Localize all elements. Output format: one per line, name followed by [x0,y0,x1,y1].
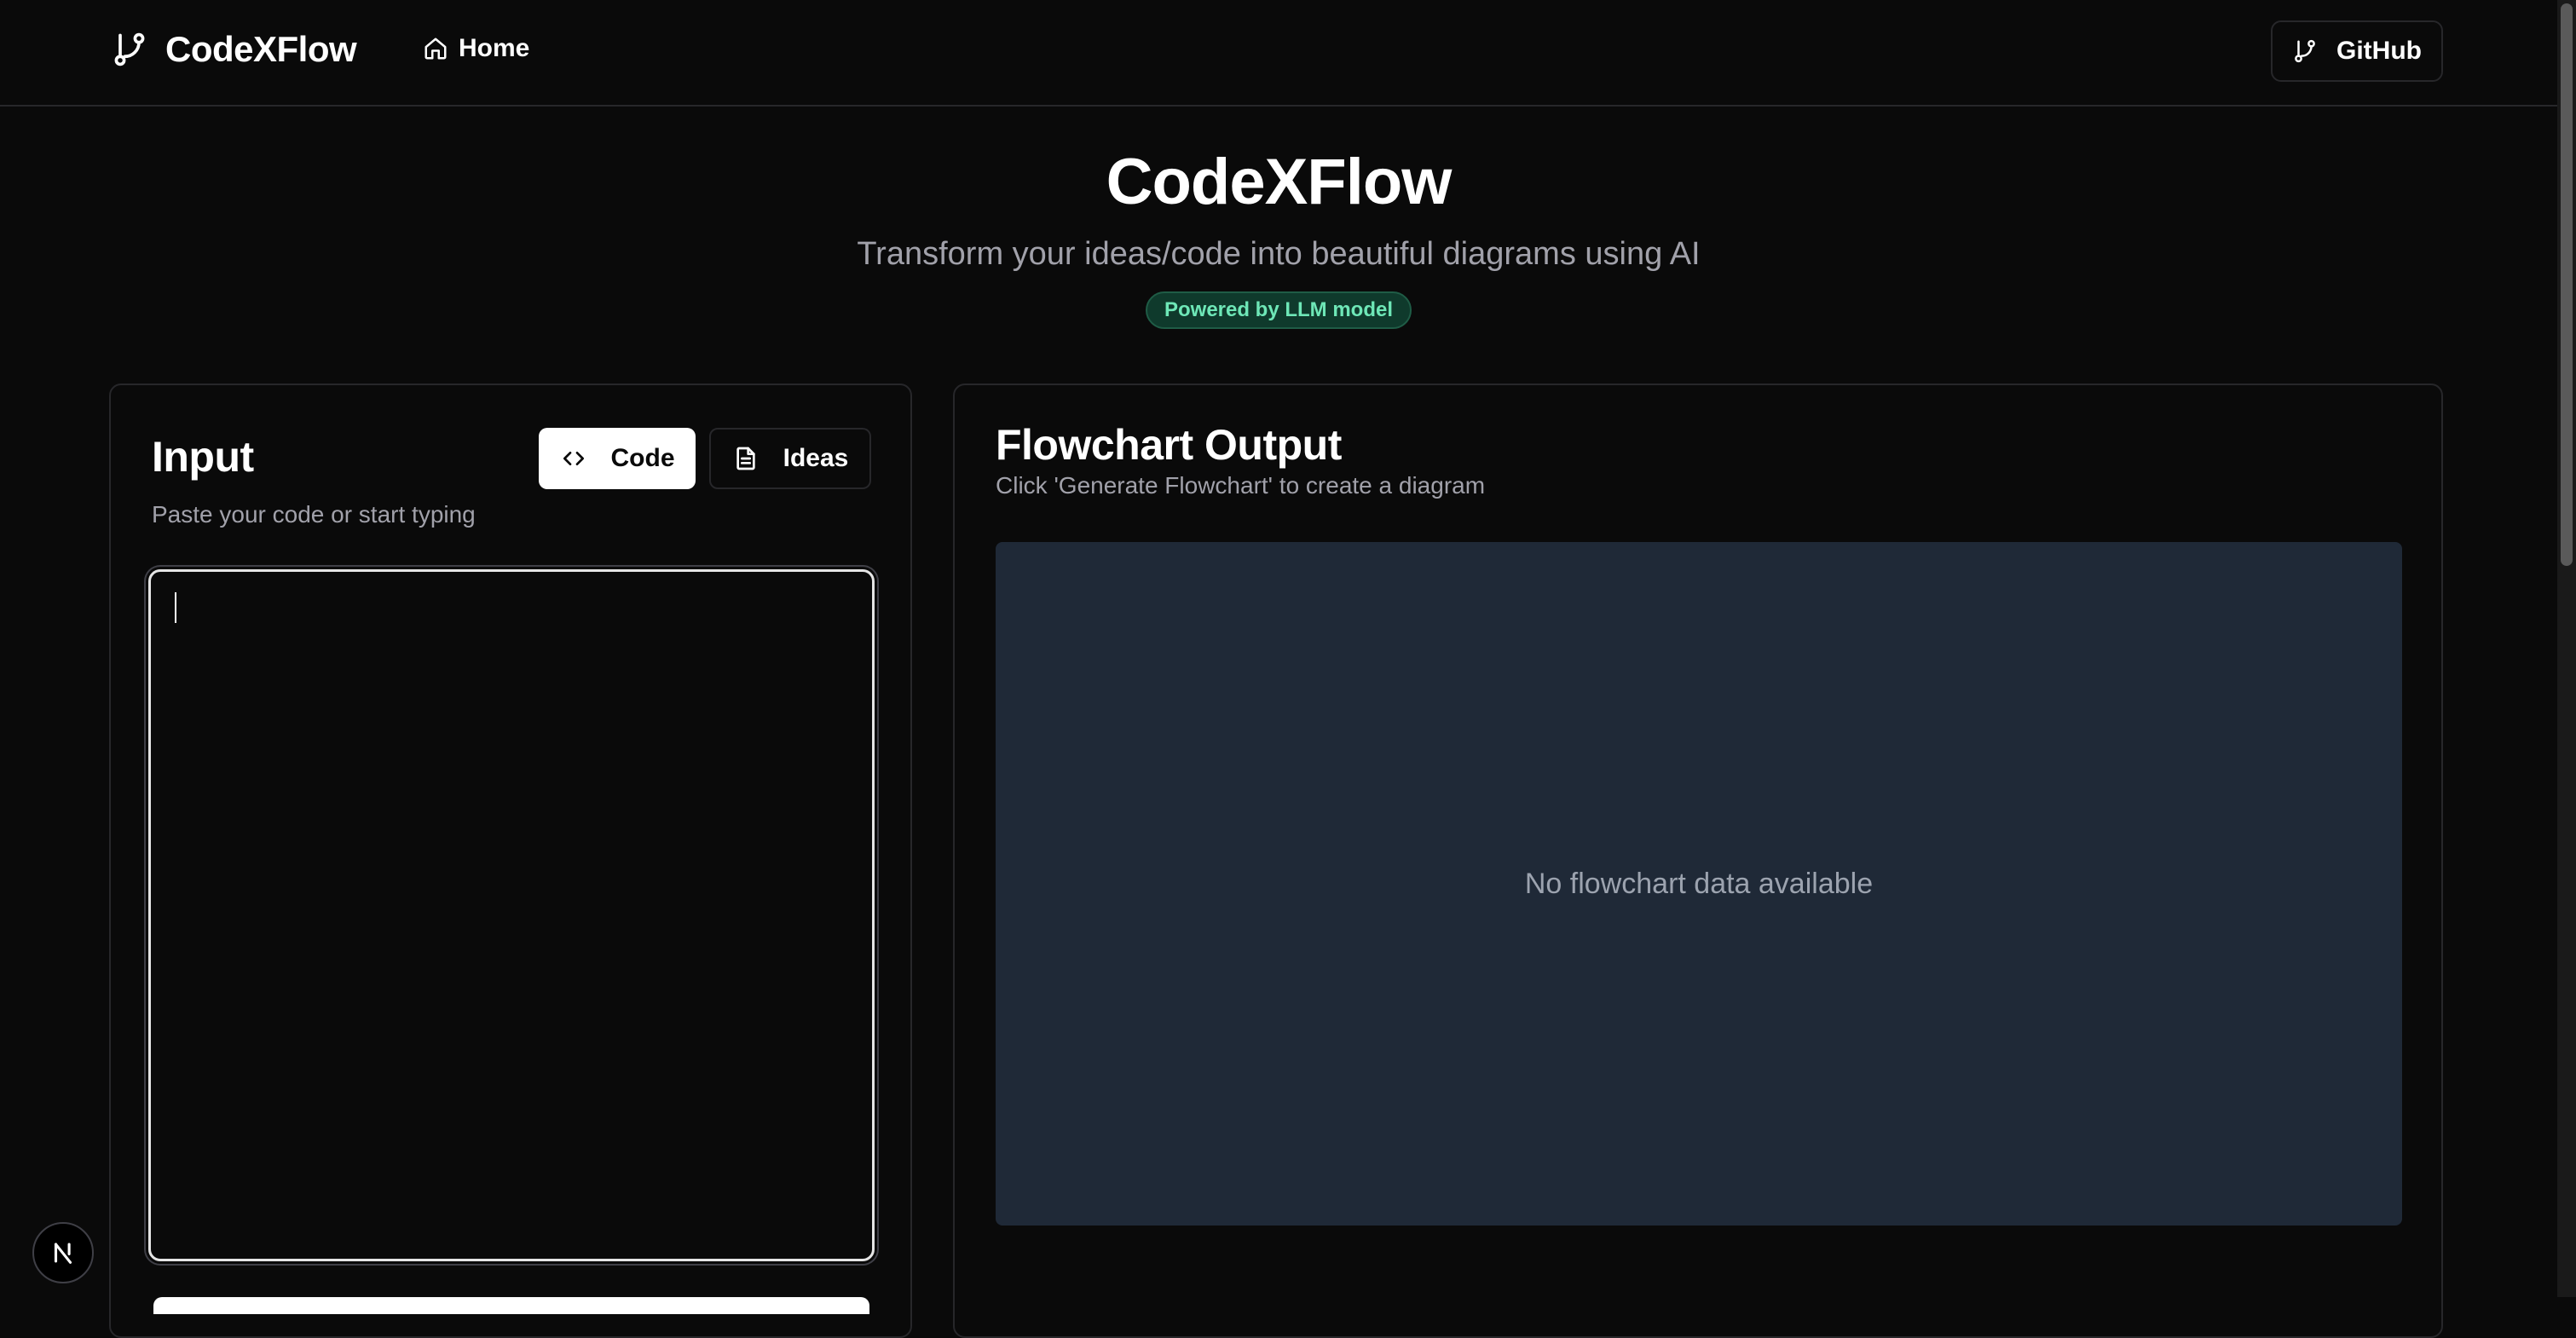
scrollbar-thumb[interactable] [2561,3,2573,566]
home-icon [425,37,447,60]
brand-logo-link[interactable]: CodeXFlow [111,29,357,70]
git-branch-icon [2295,39,2315,63]
nav-home-label: Home [459,34,530,62]
text-caret [175,592,176,623]
page-scrollbar[interactable] [2557,0,2576,1297]
output-card-title: Flowchart Output [996,421,1342,469]
brand-name: CodeXFlow [165,29,357,69]
flowchart-canvas: No flowchart data available [996,542,2402,1226]
model-badge: Powered by LLM model [1145,291,1412,329]
top-navbar: CodeXFlow Home GitHub [0,0,2557,107]
code-input-textarea[interactable] [148,569,875,1261]
page-title: CodeXFlow [1106,146,1453,218]
tab-code-label: Code [610,444,675,472]
tab-code[interactable]: Code [539,428,696,489]
input-card-title: Input [152,433,254,481]
tab-ideas[interactable]: Ideas [709,428,871,489]
page-subtitle: Transform your ideas/code into beautiful… [857,236,1701,272]
github-button-label: GitHub [2336,37,2422,65]
input-card: Input Paste your code or start typing Co… [109,384,912,1338]
document-icon [736,447,755,470]
nextjs-logo-icon [54,1243,72,1264]
nextjs-dev-indicator[interactable] [32,1222,94,1283]
code-brackets-icon [563,452,584,465]
output-card-description: Click 'Generate Flowchart' to create a d… [996,472,1486,499]
git-branch-icon [114,32,145,66]
input-card-description: Paste your code or start typing [152,501,476,528]
github-button[interactable]: GitHub [2271,20,2443,82]
output-card: Flowchart Output Click 'Generate Flowcha… [953,384,2443,1338]
nav-home-link[interactable]: Home [423,34,529,63]
generate-flowchart-button[interactable] [153,1297,869,1314]
tab-ideas-label: Ideas [783,444,849,472]
empty-state-message: No flowchart data available [1524,867,1874,900]
badge-container: Powered by LLM model [0,291,2557,329]
